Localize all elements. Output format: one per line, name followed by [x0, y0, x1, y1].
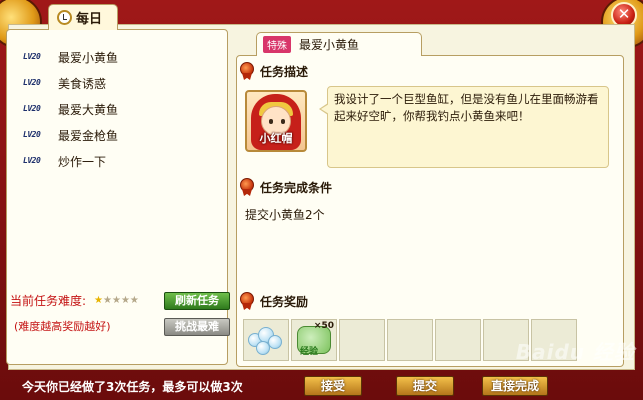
exp-item-label: 经验 [300, 347, 319, 357]
condition-heading-label: 任务完成条件 [260, 180, 333, 195]
task-name: 炒作一下 [58, 154, 107, 169]
task-list: LV20 最爱小黄鱼 LV20 美食诱惑 LV20 最爱大黄鱼 LV20 最爱金… [7, 30, 227, 174]
task-item[interactable]: LV20 炒作一下 [23, 148, 227, 174]
reward-slot [387, 319, 433, 361]
star-icon: ★ [129, 295, 139, 306]
task-list-panel: LV20 最爱小黄鱼 LV20 美食诱惑 LV20 最爱大黄鱼 LV20 最爱金… [6, 29, 228, 365]
tab-daily-label: 每日 [76, 12, 103, 27]
task-name: 美食诱惑 [58, 76, 107, 91]
medal-icon [239, 62, 255, 80]
task-detail-panel: 任务描述 小红帽 我设计了一个巨型鱼缸，但是没有鱼儿在里面畅游看起来好空旷，你帮… [236, 55, 624, 367]
clock-icon [57, 10, 72, 25]
task-name: 最爱小黄鱼 [58, 50, 119, 65]
task-item[interactable]: LV20 最爱小黄鱼 [23, 44, 227, 70]
star-icon: ★ [94, 295, 104, 306]
reward-heading-label: 任务奖励 [260, 294, 309, 309]
refresh-task-button[interactable]: 刷新任务 [164, 292, 230, 310]
medal-icon [239, 178, 255, 196]
task-item[interactable]: LV20 美食诱惑 [23, 70, 227, 96]
difficulty-row: 当前任务难度: ★★★★★ [10, 292, 145, 309]
task-item[interactable]: LV20 最爱大黄鱼 [23, 96, 227, 122]
reward-slot [339, 319, 385, 361]
challenge-hardest-button[interactable]: 挑战最难 [164, 318, 230, 336]
npc-avatar: 小红帽 [245, 90, 307, 152]
accept-button[interactable]: 接受 [304, 376, 362, 396]
baidu-watermark: Baidu 经验 [515, 340, 635, 364]
level-badge: LV20 [23, 156, 41, 165]
task-detail-title: 最爱小黄鱼 [299, 38, 360, 52]
tab-task-detail[interactable]: 特殊 最爱小黄鱼 [256, 32, 422, 56]
tab-daily[interactable]: 每日 [48, 4, 118, 30]
difficulty-note: (难度越高奖励越好) [14, 320, 111, 333]
medal-icon [239, 292, 255, 310]
level-badge: LV20 [23, 104, 41, 113]
description-heading-label: 任务描述 [260, 64, 309, 79]
bubbles-item-icon [248, 325, 284, 355]
reward-slot [435, 319, 481, 361]
difficulty-stars: ★★★★★ [94, 295, 139, 306]
star-icon: ★ [111, 295, 121, 306]
reward-slot[interactable]: 经验 ×50 [291, 319, 337, 361]
description-heading: 任务描述 [239, 62, 308, 80]
difficulty-label: 当前任务难度: [10, 294, 87, 308]
complete-now-button[interactable]: 直接完成 [482, 376, 548, 396]
submit-button[interactable]: 提交 [396, 376, 454, 396]
level-badge: LV20 [23, 78, 41, 87]
task-item[interactable]: LV20 最爱金枪鱼 [23, 122, 227, 148]
task-count-text: 今天你已经做了3次任务，最多可以做3次 [22, 380, 243, 394]
window-frame: ✕ 每日 LV20 最爱小黄鱼 LV20 美食诱惑 LV20 最爱大黄鱼 LV2… [0, 0, 643, 400]
condition-heading: 任务完成条件 [239, 178, 332, 196]
condition-text: 提交小黄鱼2个 [245, 208, 325, 222]
item-count: ×50 [313, 321, 334, 331]
level-badge: LV20 [23, 52, 41, 61]
description-bubble: 我设计了一个巨型鱼缸，但是没有鱼儿在里面畅游看起来好空旷，你帮我钓点小黄鱼来吧！ [319, 86, 609, 168]
task-name: 最爱金枪鱼 [58, 128, 119, 143]
star-icon: ★ [120, 295, 130, 306]
special-tag: 特殊 [263, 36, 291, 53]
task-name: 最爱大黄鱼 [58, 102, 119, 117]
reward-slot[interactable] [243, 319, 289, 361]
npc-name: 小红帽 [259, 132, 293, 145]
reward-heading: 任务奖励 [239, 292, 308, 310]
level-badge: LV20 [23, 130, 41, 139]
star-icon: ★ [103, 295, 112, 306]
